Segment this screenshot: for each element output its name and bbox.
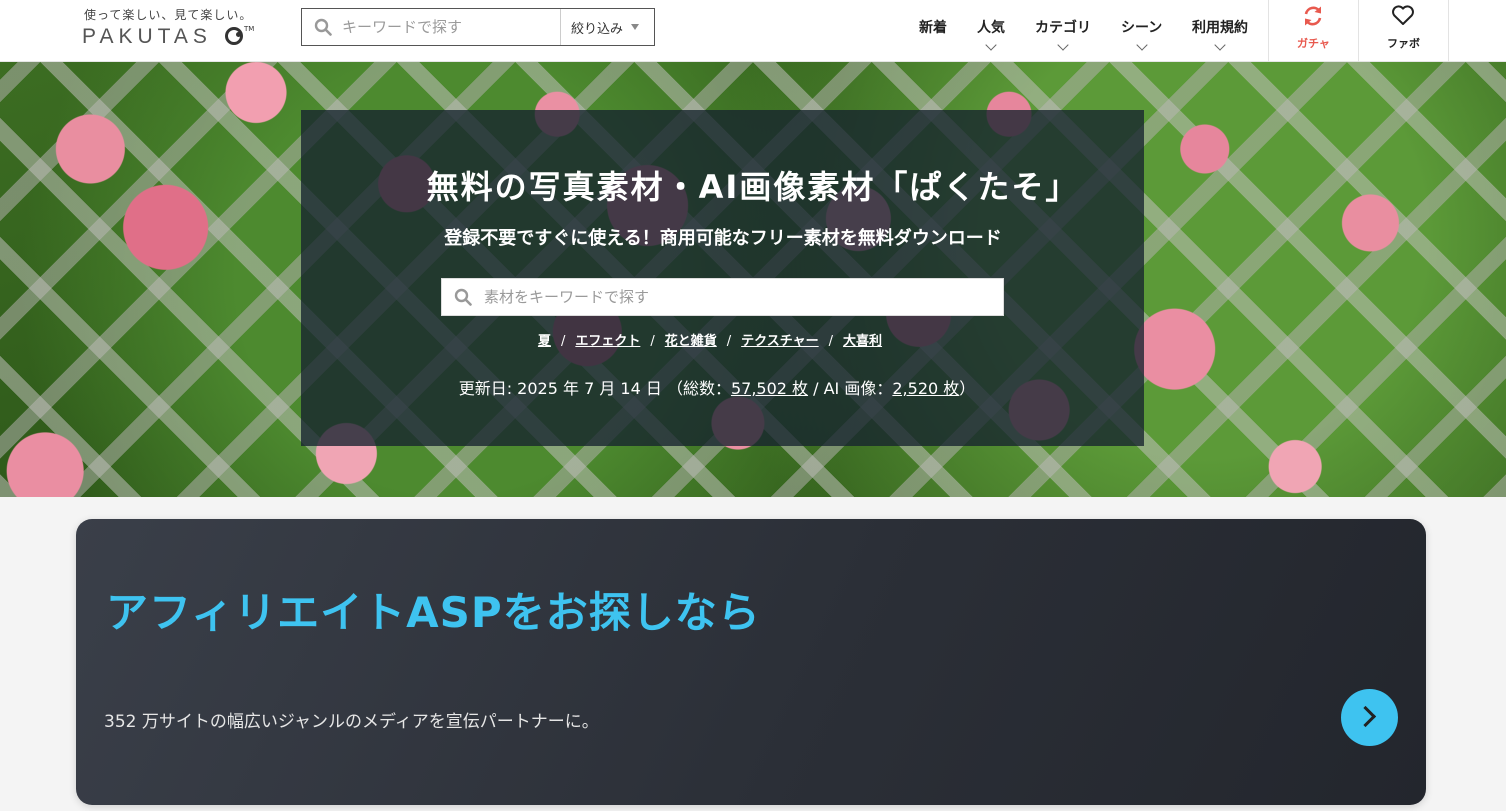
hero-title: 無料の写真素材・AI画像素材「ぱくたそ」 bbox=[426, 168, 1080, 206]
tag-separator: / bbox=[726, 334, 732, 349]
chevron-right-icon bbox=[1354, 705, 1377, 728]
ai-count-link[interactable]: 2,520 枚 bbox=[892, 379, 959, 398]
tag-link-ogiri[interactable]: 大喜利 bbox=[843, 334, 882, 349]
update-date-text: 更新日: 2025 年 7 月 14 日 （総数： bbox=[458, 379, 731, 398]
search-icon bbox=[314, 18, 332, 36]
chevron-down-icon bbox=[985, 39, 997, 51]
banner-text: 352 万サイトの幅広いジャンルのメディアを宣伝パートナーに。 bbox=[104, 712, 599, 732]
nav-divider bbox=[1448, 0, 1449, 62]
nav-terms[interactable]: 利用規約 bbox=[1192, 17, 1248, 51]
hero-section: 無料の写真素材・AI画像素材「ぱくたそ」 登録不要ですぐに使える！商用可能なフリ… bbox=[0, 62, 1506, 497]
hero-subtitle: 登録不要ですぐに使える！商用可能なフリー素材を無料ダウンロード bbox=[444, 228, 1002, 249]
header-search: 絞り込み bbox=[301, 8, 655, 46]
nav-category-label: カテゴリ bbox=[1035, 20, 1091, 36]
site-logo[interactable]: 使って楽しい、見て楽しい。 PAKUTAS TM bbox=[82, 6, 262, 50]
nav-scene-label: シーン bbox=[1121, 20, 1163, 36]
logo-tagline: 使って楽しい、見て楽しい。 bbox=[84, 8, 253, 22]
site-header: 使って楽しい、見て楽しい。 PAKUTAS TM 絞り込み 新着 人気 カテゴリ… bbox=[0, 0, 1506, 62]
nav-scene[interactable]: シーン bbox=[1121, 17, 1163, 51]
banner-arrow-button[interactable] bbox=[1341, 689, 1398, 746]
total-count-link[interactable]: 57,502 枚 bbox=[731, 379, 808, 398]
nav-gacha[interactable]: ガチャ bbox=[1269, 0, 1358, 62]
nav-popular-label: 人気 bbox=[977, 20, 1005, 36]
refresh-icon bbox=[1304, 6, 1322, 26]
heart-icon bbox=[1392, 5, 1414, 25]
tag-separator: / bbox=[650, 334, 655, 349]
logo-wordmark: PAKUTAS bbox=[82, 25, 212, 48]
nav-category[interactable]: カテゴリ bbox=[1035, 17, 1091, 51]
hero-search bbox=[441, 278, 1004, 316]
caret-down-icon bbox=[631, 24, 640, 30]
banner-title: アフィリエイトASPをお探しなら bbox=[106, 588, 761, 637]
affiliate-banner[interactable]: アフィリエイトASPをお探しなら 352 万サイトの幅広いジャンルのメディアを宣… bbox=[76, 519, 1426, 805]
chevron-down-icon bbox=[1214, 39, 1226, 51]
search-icon bbox=[454, 288, 472, 306]
nav-new[interactable]: 新着 bbox=[919, 17, 947, 37]
tag-separator: / bbox=[560, 334, 566, 349]
tag-link-summer[interactable]: 夏 bbox=[538, 334, 551, 349]
logo-trademark: TM bbox=[244, 25, 255, 33]
nav-terms-label: 利用規約 bbox=[1192, 20, 1248, 36]
chevron-down-icon bbox=[1135, 39, 1148, 51]
update-suffix: ） bbox=[959, 379, 976, 398]
tag-separator: / bbox=[828, 334, 834, 349]
ai-count-prefix: / AI 画像： bbox=[808, 379, 893, 398]
nav-new-label: 新着 bbox=[919, 20, 947, 36]
tag-link-effect[interactable]: エフェクト bbox=[575, 334, 640, 349]
filter-label: 絞り込み bbox=[571, 21, 624, 37]
tag-link-flowers[interactable]: 花と雑貨 bbox=[665, 334, 717, 349]
hero-search-input[interactable] bbox=[484, 280, 994, 314]
nav-gacha-label: ガチャ bbox=[1297, 37, 1330, 50]
logo-o-icon bbox=[225, 27, 243, 45]
tag-link-texture[interactable]: テクスチャー bbox=[741, 334, 818, 349]
update-info: 更新日: 2025 年 7 月 14 日 （総数：57,502 枚 / AI 画… bbox=[0, 375, 1434, 399]
filter-dropdown[interactable]: 絞り込み bbox=[560, 9, 654, 45]
header-search-input[interactable] bbox=[342, 10, 557, 44]
nav-popular[interactable]: 人気 bbox=[977, 17, 1005, 51]
nav-favorite[interactable]: ファボ bbox=[1359, 0, 1448, 62]
nav-favorite-label: ファボ bbox=[1387, 37, 1420, 50]
chevron-down-icon bbox=[1057, 39, 1069, 51]
hero-tag-list: 夏 / エフェクト / 花と雑貨 / テクスチャー / 大喜利 bbox=[0, 330, 1420, 349]
